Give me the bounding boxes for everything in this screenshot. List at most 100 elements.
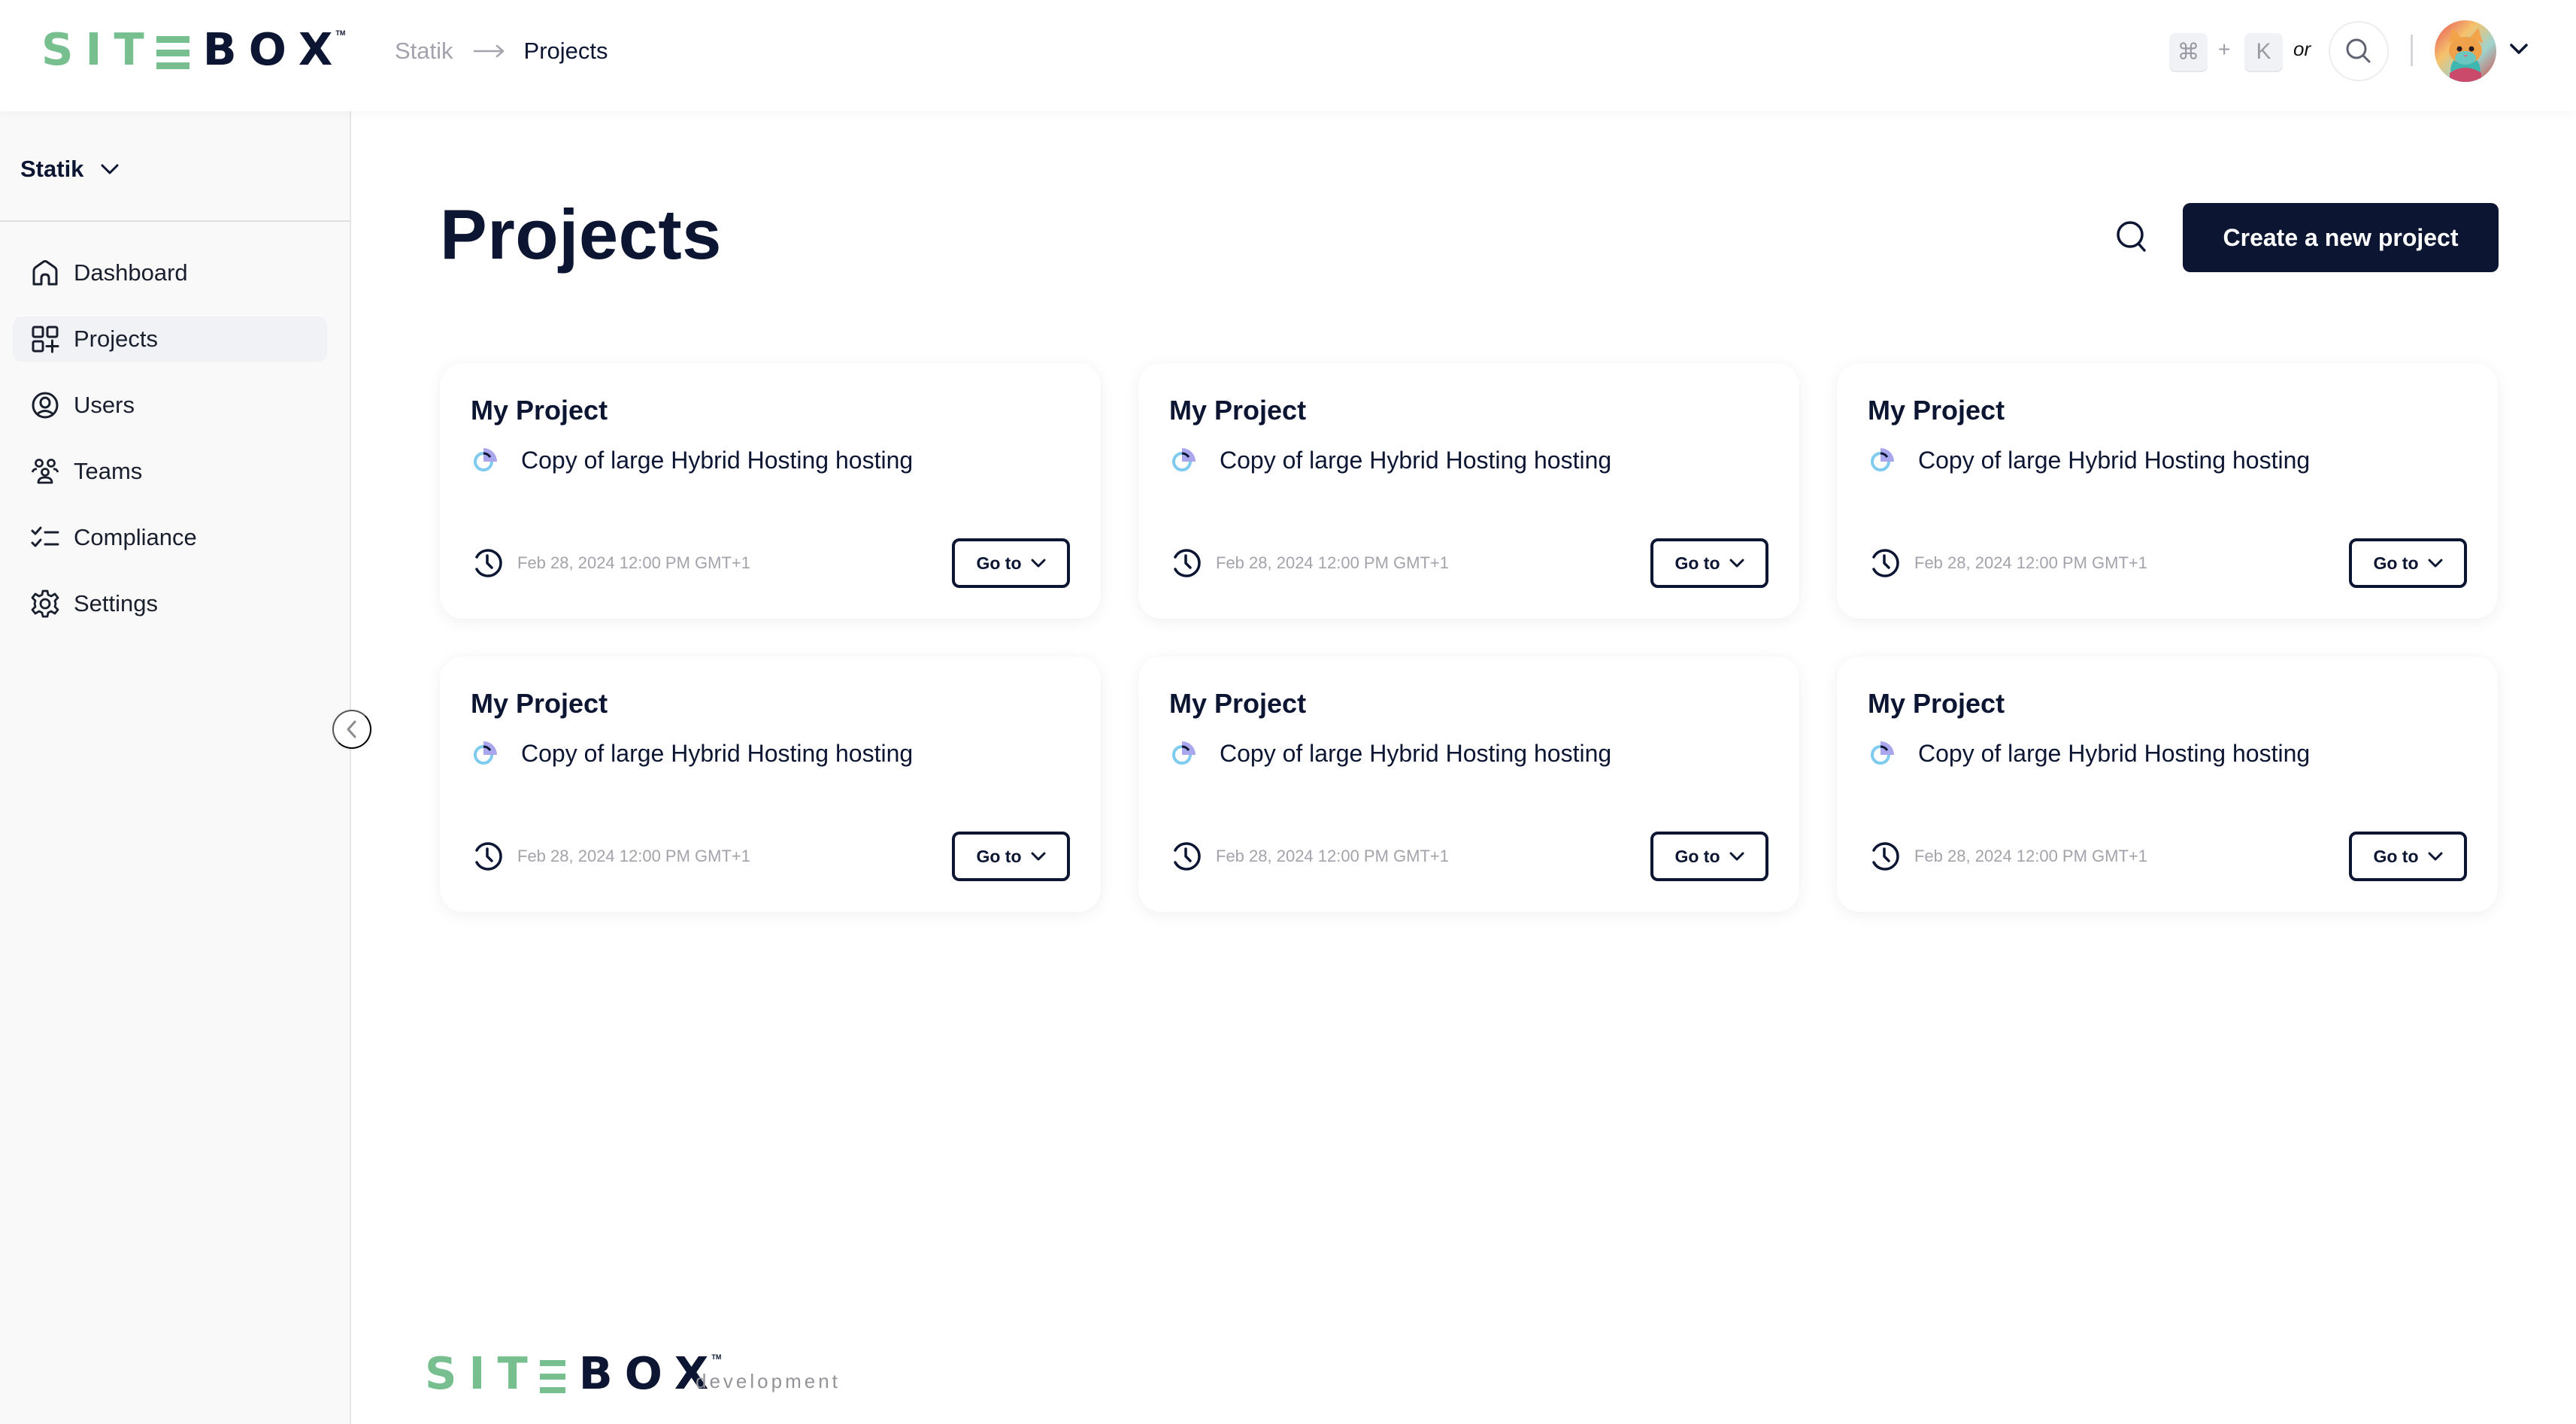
search-icon[interactable] (2114, 218, 2150, 257)
project-date: Feb 28, 2024 12:00 PM GMT+1 (517, 553, 751, 572)
clock-icon (1174, 842, 1201, 871)
shortcut-key-cmd: ⌘ (2169, 33, 2208, 71)
go-to-button[interactable]: Go to (952, 538, 1070, 588)
clock-icon (475, 842, 502, 871)
sitebox-logo[interactable]: S I T B O X TM (41, 27, 345, 71)
logo-letter-s: S (425, 1347, 457, 1399)
project-status-text: Copy of large Hybrid Hosting hosting (1220, 446, 1612, 474)
sidebar-item-label: Projects (74, 326, 158, 352)
sidebar-item-users[interactable]: Users (13, 383, 327, 428)
account-menu-chevron-icon[interactable] (2508, 41, 2529, 56)
sidebar-divider (0, 220, 350, 222)
project-card-footer: Feb 28, 2024 12:00 PM GMT+1 Go to (471, 538, 1070, 588)
go-to-button[interactable]: Go to (2349, 538, 2467, 588)
sidebar-item-compliance[interactable]: Compliance (13, 515, 327, 560)
logo-trademark: TM (711, 1353, 722, 1361)
project-card[interactable]: My Project Copy of large Hybrid Hosting … (1837, 363, 2498, 619)
logo-letter-b: B (202, 23, 237, 75)
breadcrumb-org[interactable]: Statik (395, 38, 453, 65)
status-progress-icon (474, 741, 497, 765)
gear-icon (29, 588, 61, 620)
project-card[interactable]: My Project Copy of large Hybrid Hosting … (1138, 363, 1799, 619)
project-title: My Project (471, 395, 608, 426)
go-to-label: Go to (1674, 846, 1720, 866)
logo-letter-t: T (114, 23, 144, 75)
breadcrumb-current: Projects (523, 38, 608, 64)
project-card-footer: Feb 28, 2024 12:00 PM GMT+1 Go to (1169, 538, 1768, 588)
shortcut-plus: + (2218, 38, 2231, 61)
project-date: Feb 28, 2024 12:00 PM GMT+1 (517, 847, 751, 865)
project-card-footer: Feb 28, 2024 12:00 PM GMT+1 Go to (1169, 832, 1768, 881)
checklist-icon (29, 522, 61, 553)
org-selector[interactable]: Statik (20, 150, 120, 188)
teams-icon (29, 456, 61, 487)
projects-grid: My Project Copy of large Hybrid Hosting … (440, 363, 2498, 912)
project-card[interactable]: My Project Copy of large Hybrid Hosting … (1837, 656, 2498, 912)
chevron-down-icon (101, 164, 119, 174)
go-to-label: Go to (2373, 553, 2419, 573)
clock-icon (1872, 842, 1899, 871)
sidebar-item-dashboard[interactable]: Dashboard (13, 250, 327, 295)
project-card-footer: Feb 28, 2024 12:00 PM GMT+1 Go to (1868, 538, 2467, 588)
project-status: Copy of large Hybrid Hosting hosting (471, 739, 913, 768)
logo-letter-e-bars (539, 1360, 565, 1393)
chevron-down-icon (2428, 852, 2443, 861)
logo-letter-t: T (497, 1347, 528, 1399)
page-title: Projects (440, 195, 722, 274)
logo-trademark: TM (335, 29, 346, 37)
sidebar-item-settings[interactable]: Settings (13, 581, 327, 626)
go-to-button[interactable]: Go to (1650, 538, 1768, 588)
breadcrumb: Statik Projects (395, 33, 608, 69)
org-name: Statik (20, 156, 84, 182)
sidebar-item-teams[interactable]: Teams (13, 449, 327, 494)
clock-icon (1872, 549, 1899, 577)
go-to-button[interactable]: Go to (952, 832, 1070, 881)
status-progress-icon (474, 448, 497, 471)
chevron-down-icon (1031, 852, 1046, 861)
create-project-button[interactable]: Create a new project (2183, 203, 2499, 272)
project-date: Feb 28, 2024 12:00 PM GMT+1 (1914, 847, 2148, 865)
project-card-footer: Feb 28, 2024 12:00 PM GMT+1 Go to (1868, 832, 2467, 881)
project-status: Copy of large Hybrid Hosting hosting (1169, 446, 1611, 474)
sidebar-item-projects[interactable]: Projects (13, 317, 327, 362)
project-status-text: Copy of large Hybrid Hosting hosting (1220, 739, 1612, 767)
shortcut-or: or (2293, 38, 2311, 60)
go-to-label: Go to (976, 553, 1022, 573)
logo-letter-i: I (85, 23, 102, 75)
go-to-button[interactable]: Go to (1650, 832, 1768, 881)
project-card[interactable]: My Project Copy of large Hybrid Hosting … (1138, 656, 1799, 912)
project-status: Copy of large Hybrid Hosting hosting (1868, 739, 2310, 768)
status-progress-icon (1871, 741, 1894, 765)
chevron-down-icon (1729, 852, 1744, 861)
footer-sitebox-logo: S I T B O X TM (425, 1351, 721, 1395)
status-progress-icon (1172, 741, 1196, 765)
avatar[interactable] (2435, 20, 2496, 82)
sidebar-item-label: Users (74, 392, 135, 418)
clock-icon (1174, 549, 1201, 577)
arrow-right-icon (473, 44, 504, 58)
project-card[interactable]: My Project Copy of large Hybrid Hosting … (440, 363, 1101, 619)
project-card[interactable]: My Project Copy of large Hybrid Hosting … (440, 656, 1101, 912)
sidebar-item-label: Compliance (74, 524, 197, 550)
go-to-button[interactable]: Go to (2349, 832, 2467, 881)
project-title: My Project (1868, 395, 2005, 426)
projects-grid-icon (29, 323, 61, 355)
chevron-left-icon (347, 720, 356, 738)
project-title: My Project (1169, 688, 1307, 719)
collapse-sidebar-button[interactable] (332, 710, 371, 749)
project-date: Feb 28, 2024 12:00 PM GMT+1 (1216, 847, 1450, 865)
sidebar-item-label: Dashboard (74, 259, 188, 286)
chevron-down-icon (2428, 559, 2443, 568)
clock-icon (475, 549, 502, 577)
shortcut-key-k: K (2244, 33, 2283, 71)
project-status-text: Copy of large Hybrid Hosting hosting (1918, 446, 2311, 474)
environment-label: development (696, 1370, 841, 1392)
project-title: My Project (1868, 688, 2005, 719)
project-status-text: Copy of large Hybrid Hosting hosting (1918, 739, 2311, 767)
avatar-cat-illustration (2448, 28, 2483, 82)
user-circle-icon (29, 389, 61, 421)
global-search-button[interactable] (2329, 21, 2389, 81)
sidebar-item-label: Settings (74, 590, 159, 617)
logo-letter-e-bars (156, 36, 189, 69)
project-status-text: Copy of large Hybrid Hosting hosting (521, 739, 914, 767)
